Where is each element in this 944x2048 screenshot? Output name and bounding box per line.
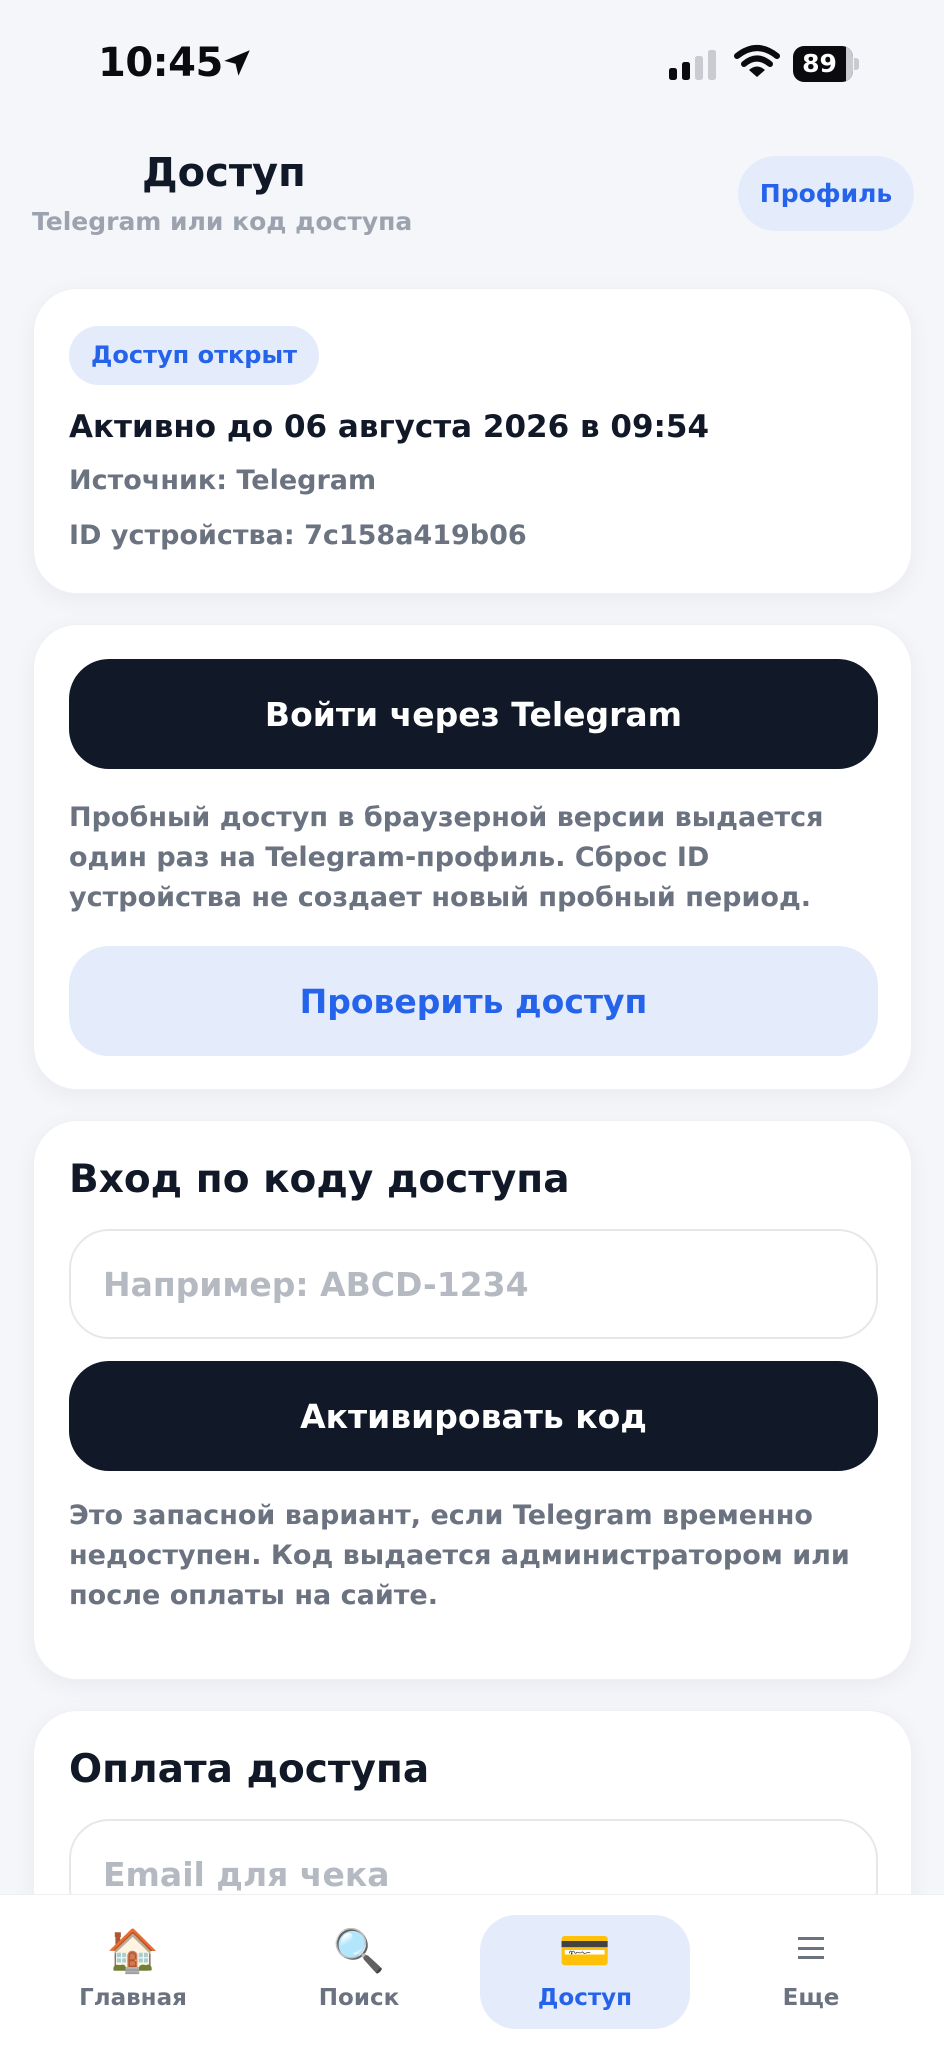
access-code-card: Вход по коду доступа Активировать код Эт… — [33, 1120, 912, 1680]
tab-label: Еще — [782, 1985, 840, 2011]
payment-title: Оплата доступа — [69, 1747, 430, 1792]
telegram-login-button[interactable]: Войти через Telegram — [69, 659, 878, 769]
profile-button[interactable]: Профиль — [738, 156, 914, 231]
device-id-text: ID устройства: 7c158a419b06 — [69, 520, 527, 551]
source-text: Источник: Telegram — [69, 465, 377, 496]
house-icon: 🏠 — [106, 1926, 160, 1975]
tab-access[interactable]: 💳 Доступ — [480, 1915, 690, 2029]
page-subtitle: Telegram или код доступа — [32, 207, 413, 236]
access-status-card: Доступ открыт Активно до 06 августа 2026… — [33, 288, 912, 594]
code-note: Это запасной вариант, если Telegram врем… — [69, 1500, 850, 1611]
credit-card-icon: 💳 — [558, 1926, 612, 1975]
status-time: 10:45 — [98, 40, 223, 86]
check-access-button[interactable]: Проверить доступ — [69, 946, 878, 1056]
tab-more[interactable]: Еще — [706, 1915, 916, 2029]
magnifier-icon: 🔍 — [332, 1926, 386, 1975]
status-badge: Доступ открыт — [69, 326, 320, 385]
battery-icon: 89 — [793, 46, 853, 82]
tab-label: Поиск — [318, 1985, 400, 2011]
cellular-signal-icon — [669, 50, 716, 80]
tab-home[interactable]: 🏠 Главная — [28, 1915, 238, 2029]
tab-search[interactable]: 🔍 Поиск — [254, 1915, 464, 2029]
battery-level: 89 — [802, 49, 837, 78]
battery-indicator: 89 — [793, 46, 859, 82]
tab-label: Главная — [79, 1985, 187, 2011]
location-arrow-icon — [224, 50, 250, 76]
page-title: Доступ — [142, 150, 306, 196]
trial-note: Пробный доступ в браузерной версии выдае… — [69, 802, 824, 913]
activate-code-button[interactable]: Активировать код — [69, 1361, 878, 1471]
menu-icon — [798, 1937, 824, 1959]
access-code-title: Вход по коду доступа — [69, 1157, 570, 1202]
active-until-text: Активно до 06 августа 2026 в 09:54 — [69, 409, 710, 445]
wifi-icon — [734, 45, 780, 77]
status-bar: 10:45 89 — [0, 0, 944, 120]
access-code-input[interactable] — [69, 1229, 878, 1339]
tab-label: Доступ — [537, 1985, 633, 2011]
access-screen: 10:45 89 Доступ Telegram или код доступа… — [0, 0, 944, 2048]
tab-bar: 🏠 Главная 🔍 Поиск 💳 Доступ Еще — [0, 1894, 944, 2048]
telegram-login-card: Войти через Telegram Пробный доступ в бр… — [33, 624, 912, 1090]
